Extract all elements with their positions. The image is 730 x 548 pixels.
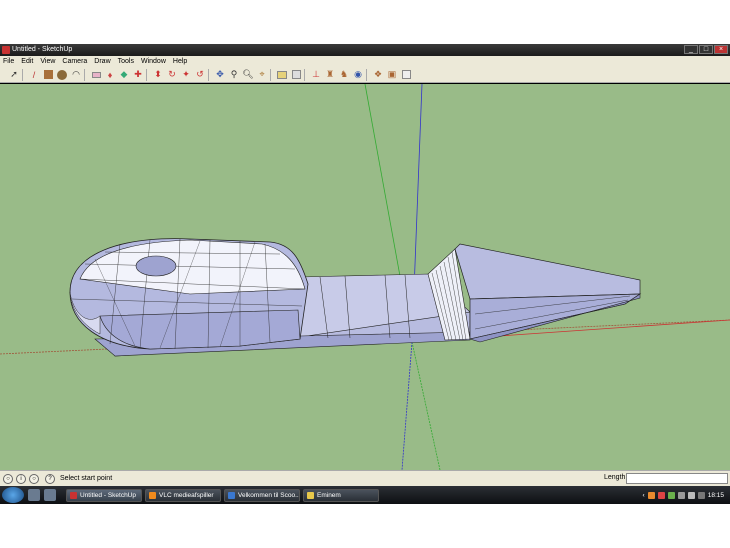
rotate-icon[interactable]: ↻ (165, 68, 179, 82)
menu-view[interactable]: View (37, 56, 59, 67)
model-oval-hole (135, 255, 177, 277)
clock[interactable]: 18:15 (708, 492, 724, 499)
windows-taskbar: Untitled - SketchUp VLC medieafspiller V… (0, 486, 730, 504)
menu-tools[interactable]: Tools (115, 56, 138, 67)
system-tray: ‹ 18:15 (643, 486, 730, 504)
paint-bucket-icon[interactable]: ♦ (103, 68, 117, 82)
eraser-icon[interactable] (89, 68, 103, 82)
move-icon[interactable]: ✚ (131, 68, 145, 82)
length-input[interactable] (626, 473, 728, 484)
status-message: Select start point (60, 475, 113, 482)
battery-tray-icon[interactable] (697, 491, 705, 499)
3d-text-icon[interactable]: ♜ (323, 68, 337, 82)
tray-expand-icon[interactable]: ‹ (643, 492, 645, 499)
blue-axis-negative (401, 341, 413, 470)
zoom-extents-icon[interactable]: 🔍︎ (241, 68, 255, 82)
styles-icon[interactable] (399, 68, 413, 82)
menu-window[interactable]: Window (138, 56, 170, 67)
toolbar-separator (146, 68, 150, 81)
walk-icon[interactable]: ♞ (337, 68, 351, 82)
dimension-icon[interactable] (275, 68, 289, 82)
menu-camera[interactable]: Camera (59, 56, 91, 67)
materials-icon[interactable]: ▣ (385, 68, 399, 82)
model-canvas (0, 84, 730, 470)
follow-me-icon[interactable]: ◆ (117, 68, 131, 82)
menu-file[interactable]: File (0, 56, 18, 67)
axes-icon[interactable]: ⊥ (309, 68, 323, 82)
taskbar-item-vlc[interactable]: VLC medieafspiller (145, 488, 221, 502)
toolbar-separator (208, 68, 212, 81)
rectangle-icon[interactable] (41, 68, 55, 82)
menu-help[interactable]: Help (170, 56, 191, 67)
minimize-button[interactable]: _ (684, 45, 698, 54)
title-bar[interactable]: Untitled - SketchUp _ □ × (0, 44, 730, 56)
menu-bar: File Edit View Camera Draw Tools Window … (0, 56, 730, 67)
user-icon[interactable]: ○ (29, 473, 39, 484)
menu-draw[interactable]: Draw (91, 56, 114, 67)
help-icon[interactable]: ? (45, 473, 55, 484)
circle-icon[interactable] (55, 68, 69, 82)
arc-icon[interactable]: ◠ (69, 68, 83, 82)
orbit-icon[interactable]: ↺ (193, 68, 207, 82)
pencil-line-icon[interactable]: / (27, 68, 41, 82)
sketchup-task-icon (70, 491, 77, 499)
antivirus-tray-icon[interactable] (657, 491, 665, 499)
vlc-task-icon (149, 491, 156, 499)
pan-icon[interactable]: ✥ (213, 68, 227, 82)
ie-task-icon (228, 491, 235, 499)
zoom-icon[interactable]: ⚲ (227, 68, 241, 82)
volume-tray-icon[interactable] (687, 491, 695, 499)
length-label: Length (604, 474, 626, 481)
switch-windows-icon[interactable] (44, 489, 56, 501)
network-tray-icon[interactable] (677, 491, 685, 499)
model-tip-top (454, 243, 641, 300)
toolbar-separator (366, 68, 370, 81)
section-plane-icon[interactable]: ◉ (351, 68, 365, 82)
sketchup-app-icon (2, 46, 10, 54)
maximize-button[interactable]: □ (699, 45, 713, 54)
window-controls: _ □ × (684, 45, 728, 55)
toolbar-separator (84, 68, 88, 81)
start-button[interactable] (2, 487, 24, 503)
taskbar-item-sketchup[interactable]: Untitled - SketchUp (66, 488, 142, 502)
toolbar-separator (304, 68, 308, 81)
taskbar-item-browser[interactable]: Velkommen til Scoo... (224, 488, 300, 502)
show-desktop-icon[interactable] (28, 489, 40, 501)
text-icon[interactable] (289, 68, 303, 82)
window-title: Untitled - SketchUp (12, 46, 73, 53)
menu-edit[interactable]: Edit (18, 56, 37, 67)
select-icon[interactable]: ➚ (7, 68, 21, 82)
credits-icon[interactable]: i (16, 473, 26, 484)
toolbar-separator (270, 68, 274, 81)
desktop-screen: Untitled - SketchUp _ □ × File Edit View… (0, 44, 730, 504)
3d-viewport[interactable] (0, 84, 730, 470)
update-tray-icon[interactable] (667, 491, 675, 499)
components-icon[interactable]: ❖ (371, 68, 385, 82)
status-bar: ○ i ○ ? Select start point Length (0, 470, 730, 486)
close-button[interactable]: × (714, 45, 728, 54)
green-axis-negative (411, 341, 441, 470)
offset-icon[interactable]: ✦ (179, 68, 193, 82)
push-pull-icon[interactable]: ⬍ (151, 68, 165, 82)
vlc-tray-icon[interactable] (647, 491, 655, 499)
tape-measure-icon[interactable]: ⌖ (255, 68, 269, 82)
geo-location-icon[interactable]: ○ (3, 473, 13, 484)
toolbar: ➚ / ◠ ♦ ◆ ✚ ⬍ ↻ ✦ ↺ ✥ ⚲ 🔍︎ ⌖ ⊥ ♜ ♞ ◉ ❖ ▣ (0, 67, 730, 83)
toolbar-separator (22, 68, 26, 81)
folder-task-icon (307, 491, 314, 499)
taskbar-item-folder[interactable]: Eminem (303, 488, 379, 502)
